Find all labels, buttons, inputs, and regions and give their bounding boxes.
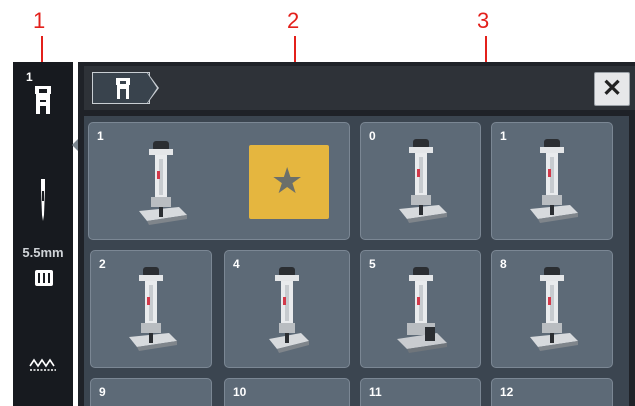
foot-tile[interactable]: 0 [360,122,481,240]
stitch-plate-icon[interactable] [35,270,53,291]
foot-number: 12 [500,385,514,399]
tab-presser-foot[interactable] [92,72,150,104]
presser-foot-icon [115,78,131,105]
foot-number: 0 [369,129,376,143]
presser-foot-grid: 1 ★ 0 1 2 4 5 8 9 10 11 12 [84,116,629,406]
presser-foot-icon [131,141,191,234]
tab-arrow-fill [147,73,157,103]
foot-tile[interactable]: 12 [491,378,613,406]
foot-number: 1 [97,129,104,143]
foot-tile[interactable]: 9 [90,378,212,406]
presser-foot-icon [121,267,181,360]
needle-icon[interactable] [39,179,47,226]
foot-number: 9 [99,385,106,399]
screen: 1 2 3 1 5.5mm ✕ 1 ★ 0 1 2 4 5 8 9 10 11 … [0,0,635,406]
needle-size-label: 5.5mm [22,245,64,260]
foot-tile[interactable]: 8 [491,250,613,368]
foot-tile[interactable]: 10 [224,378,350,406]
foot-number: 11 [369,385,382,399]
foot-tile[interactable]: 4 [224,250,350,368]
callout-1: 1 [33,8,46,33]
callout-3: 3 [477,8,490,33]
sidebar: 1 5.5mm [13,62,73,406]
foot-number: 10 [233,385,247,399]
foot-number: 5 [369,257,376,271]
foot-number: 4 [233,257,240,271]
foot-tile[interactable]: 11 [360,378,481,406]
presser-foot-icon [391,139,451,232]
presser-foot-icon [391,267,451,360]
foot-tile[interactable]: 5 [360,250,481,368]
close-button[interactable]: ✕ [594,72,630,106]
presser-foot-icon [257,267,317,360]
foot-number: 1 [26,70,33,84]
foot-tile[interactable]: 1 [491,122,613,240]
foot-number: 8 [500,257,507,271]
foot-number: 2 [99,257,106,271]
callout-2: 2 [287,8,300,33]
foot-tile[interactable]: 1 ★ [88,122,350,240]
zigzag-icon[interactable] [29,358,57,377]
presser-foot-icon [522,267,582,360]
presser-foot-panel: ✕ 1 ★ 0 1 2 4 5 8 9 10 11 12 [78,62,635,406]
foot-tile[interactable]: 2 [90,250,212,368]
foot-number: 1 [500,129,507,143]
presser-foot-icon[interactable] [33,86,53,121]
favorite-badge[interactable]: ★ [249,145,329,219]
star-icon: ★ [271,160,304,201]
panel-header: ✕ [84,66,635,110]
presser-foot-icon [522,139,582,232]
